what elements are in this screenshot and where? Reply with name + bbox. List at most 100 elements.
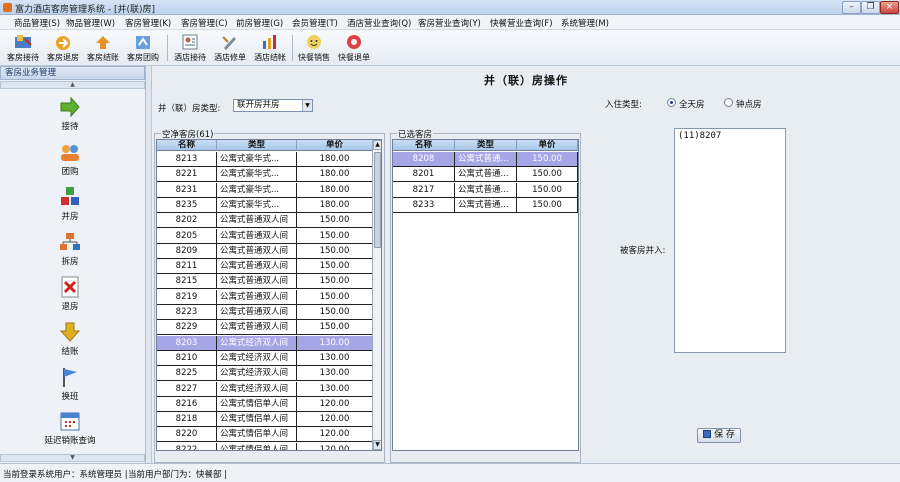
- menu-room-query[interactable]: 客房营业查询(Y): [418, 17, 481, 29]
- scroll-down-arrow[interactable]: ▼: [373, 440, 381, 450]
- room-price-cell: 150.00: [517, 167, 578, 182]
- table-row[interactable]: 8201 公寓式普通... 150.00: [393, 167, 578, 183]
- column-header[interactable]: 名称: [393, 140, 455, 151]
- sidebar-scroll-up[interactable]: ▲: [0, 81, 145, 89]
- chevron-down-icon: ▼: [302, 100, 312, 111]
- room-name-cell: 8201: [393, 167, 455, 182]
- menu-member[interactable]: 会员管理(T): [292, 17, 338, 29]
- close-button[interactable]: ×: [880, 1, 899, 14]
- checkout-icon: [56, 36, 70, 50]
- arrow-down-icon: [59, 322, 81, 342]
- sidebar-item-merge[interactable]: 并房: [20, 186, 120, 222]
- table-row[interactable]: 8208 公寓式普通... 150.00: [393, 152, 578, 167]
- sidebar-item-group[interactable]: 团购: [20, 141, 120, 177]
- menu-items[interactable]: 物品管理(W): [66, 17, 115, 29]
- toolbar-room-reception[interactable]: 客房接待: [3, 31, 43, 65]
- column-header[interactable]: 类型: [217, 140, 297, 151]
- toolbar-fastfood-sale[interactable]: 快餐销售: [294, 31, 334, 65]
- menu-room[interactable]: 客房管理(K): [125, 17, 171, 29]
- room-price-cell: 130.00: [297, 350, 373, 365]
- toolbar-room-checkout[interactable]: 客房退房: [43, 31, 83, 65]
- sidebar-item-label: 换班: [61, 392, 79, 402]
- table-row[interactable]: 8231 公寓式豪华式... 180.00: [157, 182, 373, 198]
- table-row[interactable]: 8213 公寓式豪华式... 180.00: [157, 152, 373, 167]
- sidebar-item-delay-query[interactable]: 延迟销账查询: [20, 410, 120, 446]
- room-name-cell: 8218: [157, 412, 217, 427]
- table-row[interactable]: 8203 公寓式经济双人间 130.00: [157, 335, 373, 351]
- room-price-cell: 180.00: [297, 182, 373, 197]
- room-type-cell: 公寓式豪华式...: [217, 152, 297, 166]
- scroll-thumb[interactable]: [374, 152, 381, 248]
- table-row[interactable]: 8217 公寓式普通... 150.00: [393, 182, 578, 198]
- room-name-cell: 8202: [157, 213, 217, 228]
- radio-full-day[interactable]: [667, 98, 676, 107]
- sidebar-scroll-down[interactable]: ▼: [0, 454, 145, 462]
- column-header[interactable]: 类型: [455, 140, 517, 151]
- toolbar-label: 客房退房: [47, 53, 79, 62]
- menu-front[interactable]: 前房管理(G): [236, 17, 283, 29]
- table-row[interactable]: 8211 公寓式普通双人间 150.00: [157, 259, 373, 275]
- table-row[interactable]: 8215 公寓式普通双人间 150.00: [157, 274, 373, 290]
- room-name-cell: 8219: [157, 289, 217, 304]
- sidebar-item-shift[interactable]: 换班: [20, 366, 120, 402]
- table-row[interactable]: 8209 公寓式普通双人间 150.00: [157, 243, 373, 259]
- merged-into-field[interactable]: (11)8207: [674, 128, 786, 353]
- table-row[interactable]: 8218 公寓式情侣单人间 120.00: [157, 412, 373, 428]
- table-row[interactable]: 8222 公寓式情侣单人间 120.00: [157, 442, 373, 450]
- table-row[interactable]: 8235 公寓式豪华式... 180.00: [157, 197, 373, 213]
- free-rooms-scrollbar[interactable]: ▲ ▼: [372, 140, 381, 450]
- menu-bar: 商品管理(S) 物品管理(W) 客房管理(K) 客房管理(C) 前房管理(G) …: [0, 15, 900, 30]
- menu-room-c[interactable]: 客房管理(C): [181, 17, 228, 29]
- toolbar-hotel-reception[interactable]: 酒店接待: [170, 31, 210, 65]
- toolbar-separator: [167, 35, 168, 61]
- sidebar-item-settle[interactable]: 结账: [20, 321, 120, 357]
- toolbar-fastfood-return[interactable]: 快餐退单: [334, 31, 374, 65]
- menu-goods[interactable]: 商品管理(S): [14, 17, 60, 29]
- table-row[interactable]: 8233 公寓式普通... 150.00: [393, 197, 578, 213]
- table-row[interactable]: 8216 公寓式情侣单人间 120.00: [157, 396, 373, 412]
- room-type-cell: 公寓式经济双人间: [217, 381, 297, 396]
- minimize-button[interactable]: –: [842, 1, 861, 14]
- toolbar-room-settle[interactable]: 客房结账: [83, 31, 123, 65]
- column-header[interactable]: 单价: [297, 140, 373, 151]
- free-rooms-table: 名称 类型 单价 8213 公寓式豪华式... 180.00 8221 公寓式豪华式..…: [156, 139, 382, 451]
- sidebar-header: 客房业务管理: [0, 66, 145, 80]
- sidebar-item-reception[interactable]: 接待: [20, 96, 120, 132]
- room-name-cell: 8220: [157, 427, 217, 442]
- toolbar-label: 客房结账: [87, 53, 119, 62]
- room-name-cell: 8231: [157, 182, 217, 197]
- table-row[interactable]: 8225 公寓式经济双人间 130.00: [157, 366, 373, 382]
- table-row[interactable]: 8220 公寓式情侣单人间 120.00: [157, 427, 373, 443]
- save-button[interactable]: 保 存: [697, 428, 741, 443]
- toolbar-label: 快餐退单: [338, 53, 370, 62]
- room-price-cell: 150.00: [297, 243, 373, 258]
- scroll-up-arrow[interactable]: ▲: [373, 140, 381, 150]
- toolbar-room-groupbuy[interactable]: 客房团购: [123, 31, 163, 65]
- table-row[interactable]: 8210 公寓式经济双人间 130.00: [157, 350, 373, 366]
- sidebar-item-split[interactable]: 拆房: [20, 231, 120, 267]
- table-row[interactable]: 8227 公寓式经济双人间 130.00: [157, 381, 373, 397]
- sidebar-item-label: 团购: [61, 167, 79, 177]
- toolbar-hotel-settle[interactable]: 酒店结帐: [250, 31, 290, 65]
- radio-hourly[interactable]: [724, 98, 733, 107]
- column-header[interactable]: 名称: [157, 140, 217, 151]
- toolbar-hotel-edit[interactable]: 酒店修单: [210, 31, 250, 65]
- sidebar-item-checkout[interactable]: 退房: [20, 276, 120, 312]
- restore-button[interactable]: ❐: [861, 1, 880, 14]
- table-row[interactable]: 8205 公寓式普通双人间 150.00: [157, 228, 373, 244]
- table-row[interactable]: 8202 公寓式普通双人间 150.00: [157, 213, 373, 229]
- toolbar: 客房接待 客房退房 客房结账 客房团购 酒店接待 酒店修单 酒店结帐 快餐销售 …: [0, 30, 900, 66]
- room-type-cell: 公寓式普通双人间: [217, 213, 297, 228]
- column-header[interactable]: 单价: [517, 140, 578, 151]
- room-type-select[interactable]: 联开房并房 ▼: [233, 99, 313, 112]
- room-price-cell: 180.00: [297, 167, 373, 182]
- table-row[interactable]: 8223 公寓式普通双人间 150.00: [157, 305, 373, 320]
- table-row[interactable]: 8219 公寓式普通双人间 150.00: [157, 289, 373, 305]
- menu-system[interactable]: 系统管理(M): [561, 17, 609, 29]
- fastfood-sale-icon: [307, 35, 321, 49]
- menu-fastfood-query[interactable]: 快餐营业查询(F): [490, 17, 553, 29]
- menu-hotel-query[interactable]: 酒店营业查询(Q): [347, 17, 411, 29]
- table-row[interactable]: 8229 公寓式普通双人间 150.00: [157, 320, 373, 336]
- table-row[interactable]: 8221 公寓式豪华式... 180.00: [157, 167, 373, 183]
- room-price-cell: 120.00: [297, 427, 373, 442]
